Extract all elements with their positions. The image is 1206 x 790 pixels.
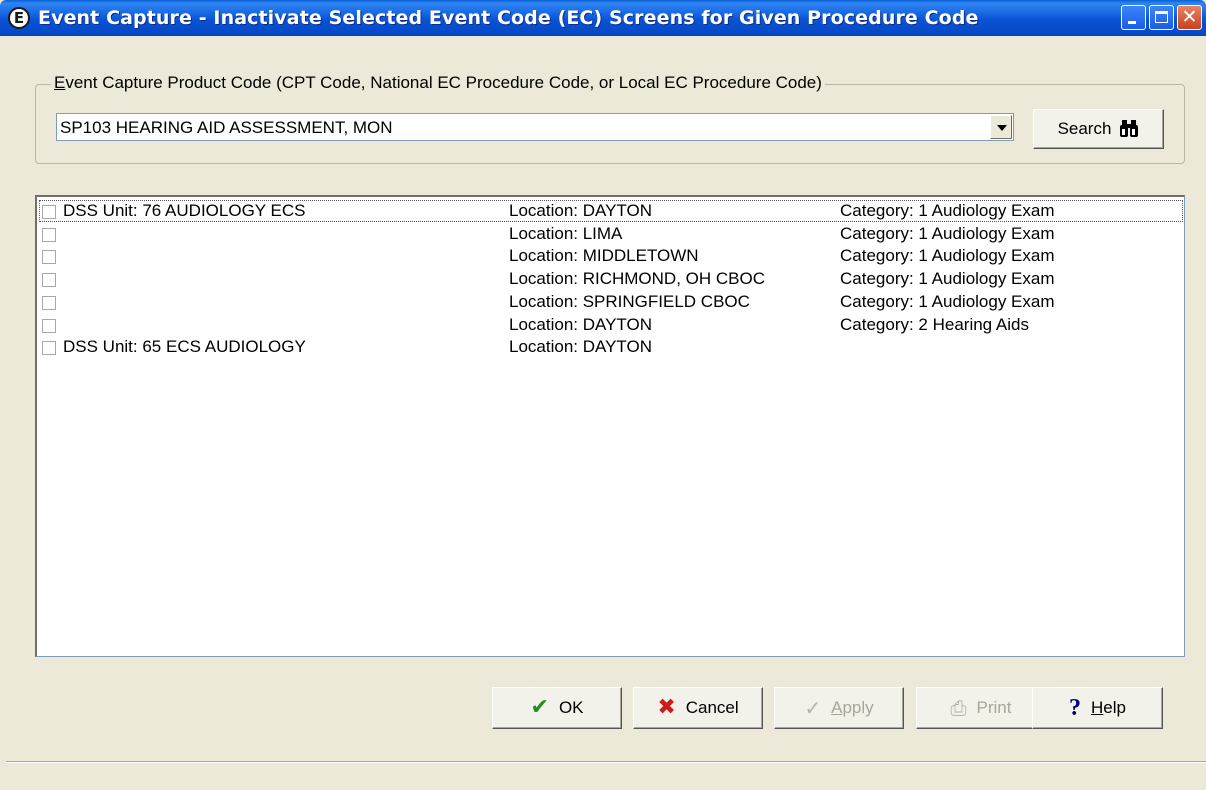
group-label-text: vent Capture Product Code (CPT Code, Nat…	[65, 73, 822, 92]
window-title: Event Capture - Inactivate Selected Even…	[38, 7, 979, 29]
maximize-icon	[1155, 11, 1168, 23]
status-bar	[6, 761, 1206, 790]
apply-button-label: Apply	[831, 698, 874, 718]
row-checkbox[interactable]	[42, 341, 56, 356]
ok-button[interactable]: ✔ OK	[492, 687, 622, 729]
dss-unit-text: DSS Unit: 65 ECS AUDIOLOGY	[63, 337, 306, 357]
dss-unit-text: DSS Unit: 76 AUDIOLOGY ECS	[63, 201, 306, 220]
apply-label-rest: pply	[842, 698, 874, 717]
row-checkbox[interactable]	[42, 227, 56, 242]
category-text: Category: 1 Audiology Exam	[840, 223, 1055, 243]
group-label-accelerator: E	[54, 73, 66, 92]
minimize-icon	[1128, 21, 1136, 24]
list-item[interactable]: Location: RICHMOND, OH CBOC Category: 1 A…	[39, 268, 1183, 290]
app-icon[interactable]: E	[8, 7, 30, 29]
help-button[interactable]: ? Help	[1032, 687, 1163, 729]
product-code-selected-value: SP103 HEARING AID ASSESSMENT, MON	[60, 118, 393, 137]
help-accelerator: H	[1091, 698, 1104, 717]
search-button[interactable]: Search	[1033, 109, 1164, 149]
cancel-button[interactable]: ✖ Cancel	[633, 687, 763, 729]
location-text: Location: DAYTON	[509, 314, 652, 334]
list-item[interactable]: Location: SPRINGFIELD CBOC Category: 1 Au…	[39, 291, 1183, 313]
chevron-down-icon	[997, 125, 1007, 131]
question-icon: ?	[1069, 694, 1082, 721]
list-item[interactable]: Location: LIMA Category: 1 Audiology Exam	[39, 223, 1183, 245]
list-item[interactable]: Location: DAYTON Category: 2 Hearing Aids	[39, 314, 1183, 336]
location-text: Location: RICHMOND, OH CBOC	[509, 269, 765, 289]
location-text: Location: SPRINGFIELD CBOC	[509, 291, 750, 311]
row-checkbox[interactable]	[42, 318, 56, 333]
category-text: Category: 1 Audiology Exam	[840, 201, 1055, 220]
checkmark-icon: ✔	[530, 695, 549, 720]
binoculars-icon	[1120, 120, 1139, 137]
row-checkbox[interactable]	[42, 295, 56, 310]
search-button-label: Search	[1057, 119, 1112, 138]
x-icon: ✖	[657, 695, 676, 720]
close-icon: ✕	[1181, 6, 1198, 28]
row-checkbox[interactable]	[42, 273, 56, 288]
apply-check-icon: ✓	[804, 696, 822, 720]
location-text: Location: DAYTON	[509, 201, 652, 220]
apply-accelerator: A	[831, 698, 843, 717]
ok-button-label: OK	[558, 698, 584, 717]
product-code-combobox[interactable]: SP103 HEARING AID ASSESSMENT, MON	[56, 113, 1014, 141]
category-text: Category: 2 Hearing Aids	[840, 314, 1029, 334]
print-button[interactable]: ⎙ Print	[916, 687, 1046, 729]
combobox-dropdown-button[interactable]	[990, 115, 1012, 139]
maximize-button[interactable]	[1149, 5, 1174, 30]
close-button[interactable]: ✕	[1177, 5, 1202, 30]
title-bar[interactable]: E Event Capture - Inactivate Selected Ev…	[0, 0, 1206, 36]
print-accelerator: P	[976, 698, 988, 717]
location-text: Location: LIMA	[509, 223, 623, 243]
category-text: Category: 1 Audiology Exam	[840, 291, 1055, 311]
cancel-button-label: Cancel	[685, 698, 739, 717]
category-text: Category: 1 Audiology Exam	[840, 246, 1055, 266]
row-checkbox[interactable]	[42, 205, 56, 219]
product-code-group-label: Event Capture Product Code (CPT Code, Na…	[51, 73, 825, 93]
event-code-screen-list[interactable]: DSS Unit: 76 AUDIOLOGY ECS Location: DAYT…	[35, 195, 1185, 657]
location-text: Location: MIDDLETOWN	[509, 246, 699, 266]
print-button-label: Print	[977, 698, 1012, 718]
apply-button[interactable]: ✓ Apply	[774, 687, 904, 729]
location-text: Location: DAYTON	[509, 337, 652, 357]
help-button-label: Help	[1091, 698, 1126, 718]
category-text: Category: 1 Audiology Exam	[840, 269, 1055, 289]
list-item[interactable]: DSS Unit: 65 ECS AUDIOLOGY Location: DAYT…	[39, 336, 1183, 358]
printer-icon: ⎙	[950, 696, 967, 720]
help-label-rest: elp	[1103, 698, 1126, 717]
list-item[interactable]: Location: MIDDLETOWN Category: 1 Audiolog…	[39, 245, 1183, 267]
print-label-rest: rint	[987, 698, 1012, 717]
minimize-button[interactable]	[1121, 5, 1146, 30]
row-checkbox[interactable]	[42, 250, 56, 265]
list-item[interactable]: DSS Unit: 76 AUDIOLOGY ECS Location: DAYT…	[39, 200, 1183, 222]
